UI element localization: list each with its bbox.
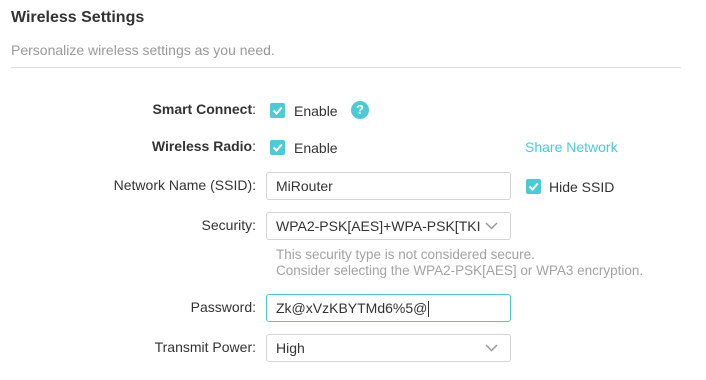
check-icon bbox=[528, 182, 539, 191]
wireless-radio-row: Wireless Radio: Enable Share Network bbox=[0, 132, 706, 162]
transmit-power-row: Transmit Power: High bbox=[0, 333, 706, 363]
question-icon[interactable]: ? bbox=[351, 101, 369, 119]
transmit-power-selected-value: High bbox=[276, 340, 305, 356]
wireless-radio-label: Wireless Radio: bbox=[151, 138, 256, 154]
password-value: Zk@xVzKBYTMd6%5@ bbox=[276, 300, 428, 316]
security-label: Security: bbox=[201, 217, 256, 233]
transmit-power-select[interactable]: High bbox=[266, 334, 511, 362]
password-label: Password: bbox=[190, 299, 256, 315]
security-warning-line1: This security type is not considered sec… bbox=[276, 247, 535, 262]
chevron-down-icon bbox=[485, 222, 498, 230]
ssid-row: Network Name (SSID): MiRouter Hide SSID bbox=[0, 171, 706, 201]
ssid-label: Network Name (SSID): bbox=[113, 177, 256, 193]
chevron-down-icon bbox=[485, 344, 498, 352]
page-subtitle: Personalize wireless settings as you nee… bbox=[11, 42, 275, 58]
smart-connect-enable-label[interactable]: Enable bbox=[294, 103, 338, 119]
share-network-link[interactable]: Share Network bbox=[525, 139, 618, 155]
ssid-input[interactable]: MiRouter bbox=[266, 172, 511, 200]
password-input[interactable]: Zk@xVzKBYTMd6%5@ bbox=[266, 294, 511, 322]
wireless-radio-enable-label[interactable]: Enable bbox=[294, 140, 338, 156]
security-row: Security: WPA2-PSK[AES]+WPA-PSK[TKIP] bbox=[0, 211, 706, 241]
hide-ssid-label[interactable]: Hide SSID bbox=[549, 179, 614, 195]
check-icon bbox=[272, 143, 283, 152]
transmit-power-label: Transmit Power: bbox=[154, 339, 256, 355]
security-warning-line2: Consider selecting the WPA2-PSK[AES] or … bbox=[276, 263, 644, 278]
page-title: Wireless Settings bbox=[11, 9, 145, 26]
password-row: Password: Zk@xVzKBYTMd6%5@ bbox=[0, 293, 706, 323]
smart-connect-checkbox[interactable] bbox=[270, 103, 285, 118]
security-selected-value: WPA2-PSK[AES]+WPA-PSK[TKIP] bbox=[276, 218, 480, 234]
security-select[interactable]: WPA2-PSK[AES]+WPA-PSK[TKIP] bbox=[266, 212, 511, 240]
header-divider bbox=[11, 67, 681, 68]
text-caret bbox=[428, 301, 430, 318]
smart-connect-row: Smart Connect: Enable ? bbox=[0, 95, 706, 125]
wireless-radio-checkbox[interactable] bbox=[270, 140, 285, 155]
smart-connect-label: Smart Connect: bbox=[152, 101, 256, 117]
check-icon bbox=[272, 106, 283, 115]
hide-ssid-checkbox[interactable] bbox=[526, 179, 541, 194]
